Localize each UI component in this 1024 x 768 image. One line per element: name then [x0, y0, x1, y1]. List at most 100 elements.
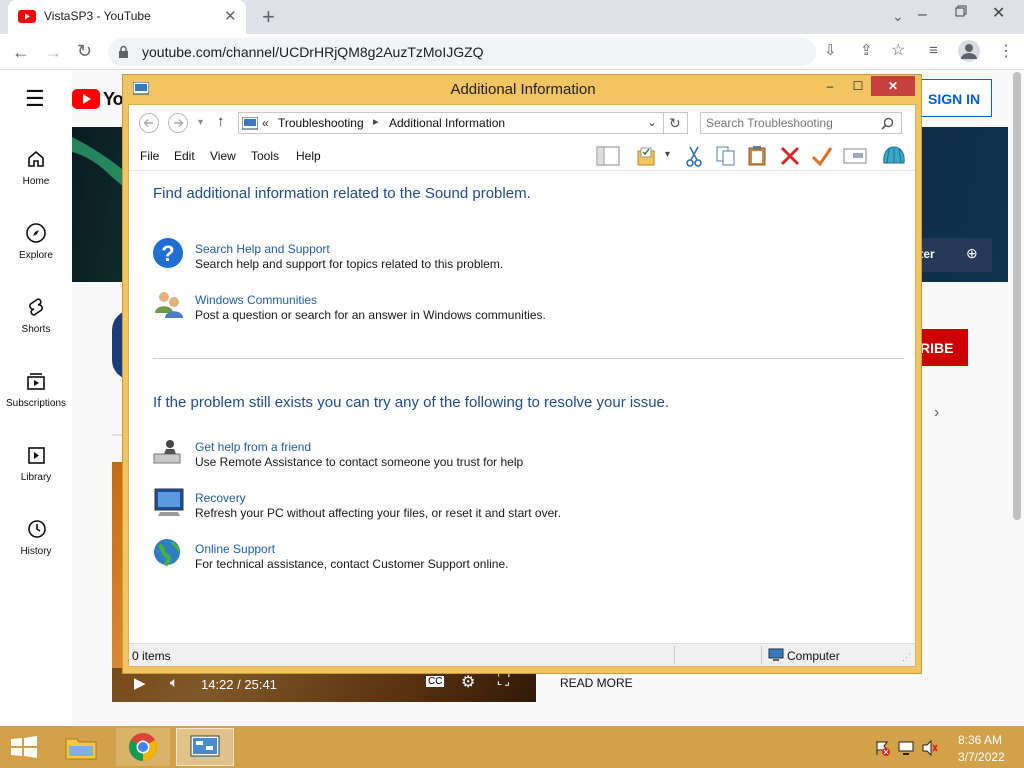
recent-locations-icon[interactable]: ▾ — [198, 117, 203, 128]
delete-icon[interactable] — [779, 145, 801, 167]
volume-icon[interactable]: 🔈︎ — [170, 674, 178, 691]
breadcrumb-separator-icon: ▸ — [373, 116, 379, 128]
breadcrumb-additional-information[interactable]: Additional Information — [389, 116, 505, 130]
menu-help[interactable]: Help — [296, 149, 321, 163]
clock-time[interactable]: 8:36 AM — [958, 733, 1002, 747]
breadcrumb-prefix: « — [262, 116, 269, 130]
section-divider — [153, 358, 904, 359]
window-title: Additional Information — [450, 81, 596, 98]
restore-button[interactable] — [955, 5, 967, 17]
read-more-link[interactable]: READ MORE — [560, 676, 633, 690]
fullscreen-icon[interactable]: ⛶ — [498, 672, 509, 690]
menu-view[interactable]: View — [210, 149, 236, 163]
media-control-icon[interactable]: ≡ — [929, 42, 938, 59]
chevron-down-icon[interactable]: ⌄ — [892, 8, 904, 25]
up-arrow-icon[interactable]: ↑ — [217, 113, 225, 130]
heading-problem-exists: If the problem still exists you can try … — [153, 394, 670, 411]
nav-subscriptions[interactable]: Subscriptions — [0, 370, 72, 444]
nav-explore-label: Explore — [19, 250, 53, 261]
settings-gear-icon[interactable]: ⚙ — [461, 672, 475, 692]
get-help-friend-link[interactable]: Get help from a friend — [195, 440, 311, 454]
taskbar-chrome[interactable] — [116, 728, 170, 766]
close-window-button[interactable]: ✕ — [992, 3, 1005, 23]
online-support-desc: For technical assistance, contact Custom… — [195, 557, 509, 571]
clock-date[interactable]: 3/7/2022 — [958, 750, 1005, 764]
start-button-icon[interactable] — [10, 736, 38, 758]
cc-icon[interactable]: CC — [426, 676, 445, 687]
breadcrumb-troubleshooting[interactable]: Troubleshooting — [278, 116, 364, 130]
sign-in-button[interactable]: SIGN IN — [918, 79, 992, 117]
heading-find-info: Find additional information related to t… — [153, 185, 531, 202]
preview-pane-icon[interactable] — [596, 146, 620, 166]
forward-icon[interactable]: → — [44, 42, 62, 63]
menu-file[interactable]: File — [140, 149, 159, 163]
rename-icon[interactable] — [843, 147, 867, 165]
refresh-button[interactable]: ↻ — [664, 112, 688, 134]
status-item-count: 0 items — [132, 649, 171, 663]
windows-communities-link[interactable]: Windows Communities — [195, 293, 317, 307]
window-maximize-button[interactable]: ☐ — [845, 76, 871, 96]
shell-icon[interactable] — [881, 144, 907, 168]
people-icon — [155, 292, 183, 318]
taskbar-control-panel[interactable] — [176, 728, 234, 766]
control-panel-icon — [190, 735, 220, 757]
checkmark-icon[interactable] — [811, 145, 833, 167]
speaker-muted-icon[interactable] — [922, 740, 938, 756]
nav-explore[interactable]: Explore — [0, 222, 72, 296]
page-scrollbar[interactable] — [1013, 72, 1021, 520]
address-bar[interactable]: youtube.com/channel/UCDrHRjQM8g2AuzTzMoI… — [108, 38, 905, 66]
browser-tab[interactable]: VistaSP3 - YouTube ✕ — [8, 0, 246, 34]
nav-shorts[interactable]: Shorts — [0, 296, 72, 370]
hamburger-menu-icon[interactable]: ☰ — [25, 86, 45, 112]
action-center-flag-icon[interactable] — [874, 740, 890, 756]
window-minimize-button[interactable]: – — [817, 76, 843, 96]
recovery-icon — [154, 488, 184, 516]
resize-grip-icon[interactable]: ⋰ — [902, 652, 911, 663]
menu-edit[interactable]: Edit — [174, 149, 195, 163]
online-support-link[interactable]: Online Support — [195, 542, 275, 556]
remote-assistance-icon — [153, 440, 181, 464]
get-help-friend-desc: Use Remote Assistance to contact someone… — [195, 455, 524, 469]
copy-icon[interactable] — [715, 145, 737, 167]
recovery-link[interactable]: Recovery — [195, 491, 246, 505]
youtube-logo-icon[interactable] — [72, 89, 100, 109]
back-arrow-icon[interactable] — [138, 112, 160, 134]
play-icon[interactable]: ▶ — [134, 674, 146, 692]
tab-close-icon[interactable]: ✕ — [224, 7, 237, 25]
window-close-button[interactable]: ✕ — [871, 76, 915, 96]
address-breadcrumb[interactable]: « Troubleshooting ▸ Additional Informati… — [238, 112, 664, 134]
menu-tools[interactable]: Tools — [251, 149, 279, 163]
nav-history[interactable]: History — [0, 518, 72, 592]
back-icon[interactable]: ← — [12, 42, 30, 63]
menu-dots-icon[interactable]: ⋮ — [998, 41, 1014, 61]
cut-icon[interactable] — [683, 145, 705, 167]
subscribe-button[interactable]: RIBE — [916, 329, 968, 366]
network-icon[interactable] — [898, 740, 914, 756]
tabs-next-chevron-icon[interactable]: › — [934, 404, 939, 422]
status-separator — [674, 646, 675, 664]
properties-dropdown-icon[interactable]: ▾ — [665, 149, 670, 160]
nav-shorts-label: Shorts — [21, 324, 51, 335]
status-location: Computer — [787, 649, 840, 663]
svg-text:?: ? — [161, 241, 174, 266]
lock-icon — [119, 45, 128, 58]
paste-icon[interactable] — [747, 144, 769, 166]
url-text: youtube.com/channel/UCDrHRjQM8g2AuzTzMoI… — [142, 44, 484, 60]
search-help-link[interactable]: Search Help and Support — [195, 242, 330, 256]
share-icon[interactable]: ⇪ — [860, 41, 873, 59]
properties-icon[interactable] — [635, 145, 657, 167]
nav-library[interactable]: Library — [0, 444, 72, 518]
bookmark-star-icon[interactable]: ☆ — [891, 40, 905, 60]
folder-icon — [65, 738, 97, 760]
search-box[interactable]: Search Troubleshooting — [700, 112, 902, 134]
taskbar-file-explorer[interactable] — [56, 728, 106, 766]
forward-arrow-icon[interactable] — [167, 112, 189, 134]
minimize-button[interactable]: – — [918, 6, 927, 24]
install-icon[interactable]: ⇩ — [824, 41, 837, 59]
profile-avatar-icon[interactable] — [958, 40, 980, 62]
reload-icon[interactable]: ↻ — [77, 41, 92, 62]
new-tab-button[interactable]: + — [262, 4, 275, 30]
search-icon — [881, 117, 894, 130]
address-dropdown-icon[interactable]: ⌄ — [647, 115, 657, 129]
nav-home[interactable]: Home — [0, 148, 72, 222]
